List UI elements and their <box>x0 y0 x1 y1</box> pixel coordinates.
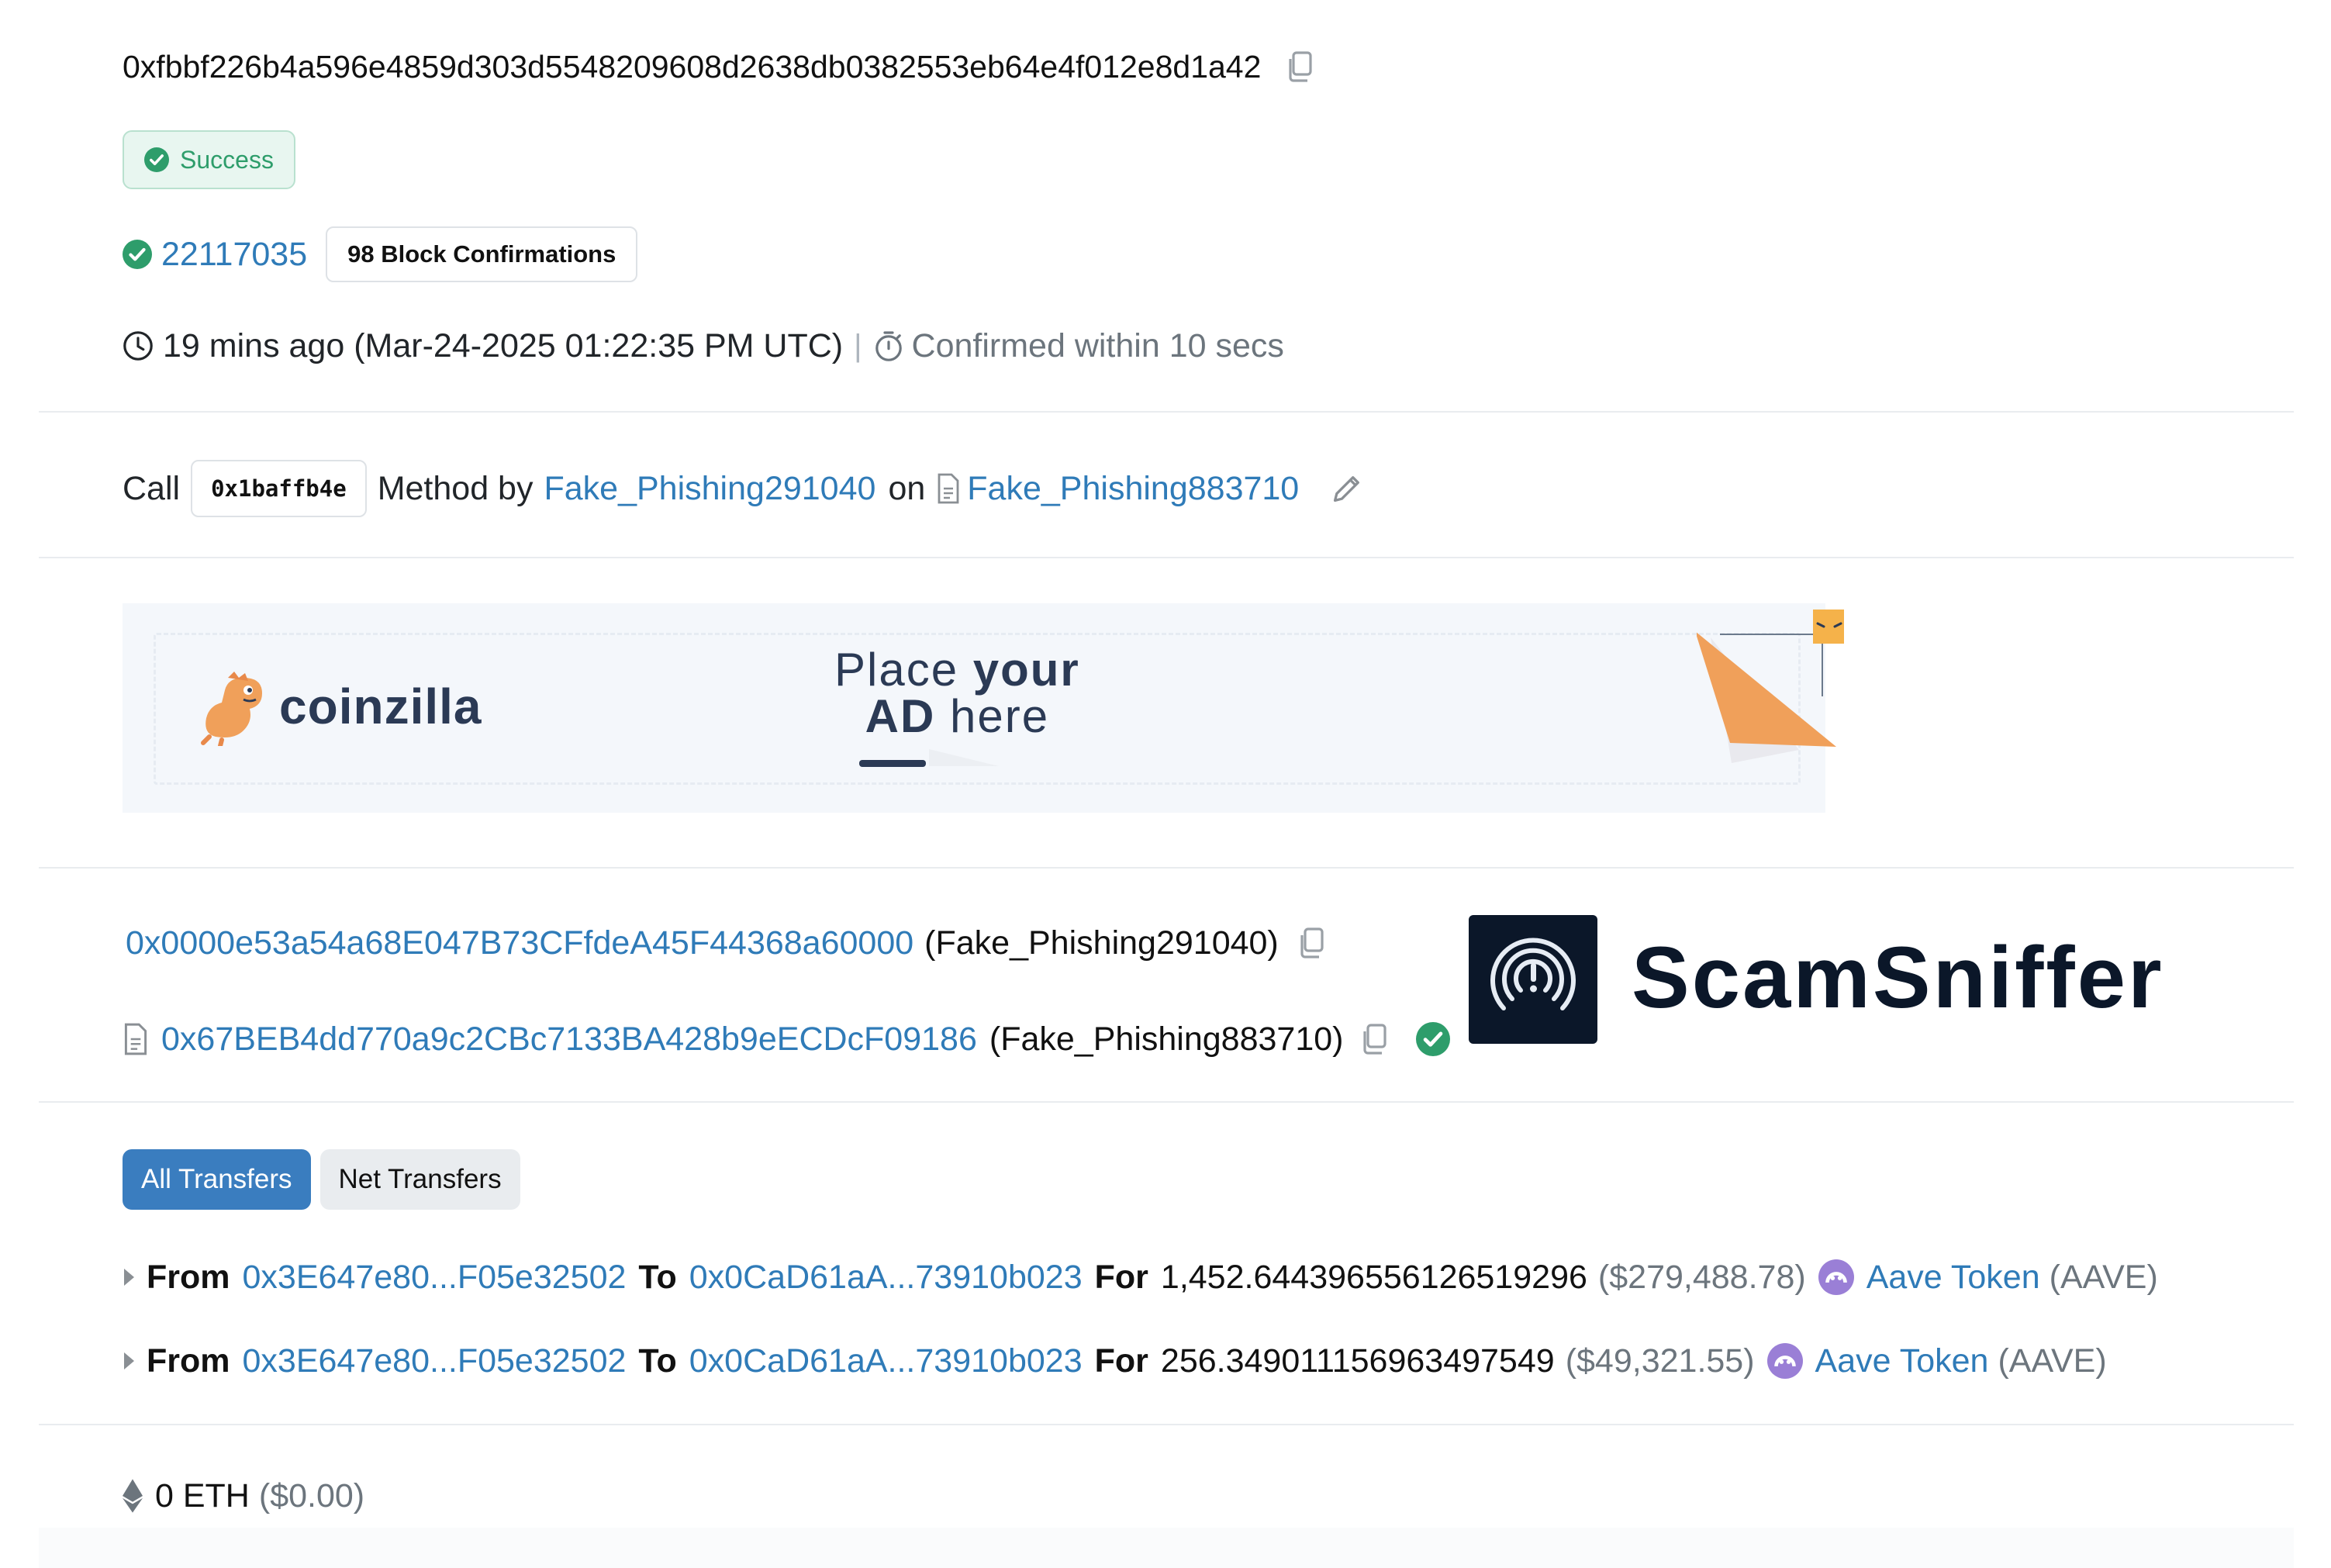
transaction-action-row: Call 0x1baffb4e Method by Fake_Phishing2… <box>123 459 1364 518</box>
ad-paper-plane-graphic <box>1697 603 1844 774</box>
copy-hash-icon[interactable] <box>1284 50 1315 84</box>
to-label: To <box>638 1258 677 1296</box>
aave-token-icon <box>1766 1343 1803 1379</box>
transfer-amount: 256.349011156963497549 <box>1160 1342 1555 1380</box>
from-address-link[interactable]: 0x0000e53a54a68E047B73CFfdeA45F44368a600… <box>126 924 913 962</box>
divider <box>39 867 2294 869</box>
scamsniffer-brand: ScamSniffer <box>1632 929 2164 1026</box>
tx-hash: 0xfbbf226b4a596e4859d303d5548209608d2638… <box>123 48 1262 85</box>
ad-banner[interactable]: coinzilla Place your AD here <box>123 603 1844 813</box>
token-link[interactable]: Aave Token <box>1867 1259 2040 1297</box>
status-text: Success <box>180 145 274 174</box>
ad-line2-a: AD <box>865 690 936 742</box>
ad-line2-b: here <box>935 690 1050 742</box>
to-address-label: (Fake_Phishing883710) <box>989 1020 1344 1058</box>
transfer-row: From 0x3E647e80...F05e32502 To 0x0CaD61a… <box>124 1253 2158 1301</box>
expand-arrow-icon[interactable] <box>124 1352 134 1369</box>
eth-value: 0 ETH <box>155 1476 250 1514</box>
method-id-badge: 0x1baffb4e <box>191 460 367 517</box>
divider <box>39 411 2294 413</box>
coinzilla-brand: coinzilla <box>279 679 482 734</box>
transfer-usd: ($279,488.78) <box>1597 1258 1806 1296</box>
copy-to-address-icon[interactable] <box>1359 1022 1390 1056</box>
transfer-to-link[interactable]: 0x0CaD61aA...73910b023 <box>689 1342 1083 1380</box>
next-section-background <box>39 1528 2294 1568</box>
contract-file-icon <box>123 1023 149 1055</box>
contract-link[interactable]: Fake_Phishing883710 <box>967 470 1299 508</box>
for-label: For <box>1094 1258 1148 1296</box>
transfer-from-link[interactable]: 0x3E647e80...F05e32502 <box>243 1342 627 1380</box>
transfer-row: From 0x3E647e80...F05e32502 To 0x0CaD61a… <box>124 1337 2107 1385</box>
tx-hash-row: 0xfbbf226b4a596e4859d303d5548209608d2638… <box>123 45 1315 88</box>
ad-line1-a: Place <box>834 644 973 696</box>
from-label: From <box>147 1258 230 1296</box>
caller-link[interactable]: Fake_Phishing291040 <box>544 470 875 508</box>
divider <box>39 1424 2294 1425</box>
stopwatch-icon <box>873 330 904 362</box>
value-row: 0 ETH ($0.00) <box>123 1472 364 1520</box>
eth-icon <box>123 1479 143 1513</box>
from-address-row: 0x0000e53a54a68E047B73CFfdeA45F44368a600… <box>126 920 1327 966</box>
block-check-icon <box>123 240 152 269</box>
from-address-label: (Fake_Phishing291040) <box>924 924 1279 962</box>
copy-from-address-icon[interactable] <box>1296 926 1327 960</box>
eth-usd-value: ($0.00) <box>258 1476 365 1514</box>
confirmed-within-text: Confirmed within 10 secs <box>911 326 1284 364</box>
ad-headline: Place your AD here <box>834 647 1080 740</box>
coinzilla-dino-icon <box>197 668 271 746</box>
transfers-tabs: All Transfers Net Transfers <box>123 1149 520 1210</box>
status-badge: Success <box>123 130 295 189</box>
method-by-label: Method by <box>377 469 534 507</box>
timestamp-text: 19 mins ago (Mar-24-2025 01:22:35 PM UTC… <box>163 326 844 364</box>
call-label: Call <box>123 469 181 507</box>
transfer-usd: ($49,321.55) <box>1565 1342 1755 1380</box>
scamsniffer-shield-icon <box>1490 938 1576 1010</box>
verified-check-icon <box>1416 1022 1451 1056</box>
to-label: To <box>638 1342 677 1380</box>
block-number-link[interactable]: 22117035 <box>161 236 307 274</box>
to-address-link[interactable]: 0x67BEB4dd770a9c2CBc7133BA428b9eECDcF091… <box>161 1021 977 1059</box>
edit-pencil-icon[interactable] <box>1330 471 1364 506</box>
divider <box>39 1101 2294 1103</box>
tab-net-transfers[interactable]: Net Transfers <box>319 1149 520 1210</box>
tab-all-transfers[interactable]: All Transfers <box>123 1149 311 1210</box>
scamsniffer-logo-badge <box>1469 915 1597 1044</box>
check-circle-icon <box>144 147 169 172</box>
token-symbol: (AAVE) <box>2049 1258 2158 1296</box>
ad-underline-shadow <box>929 749 999 766</box>
block-row: 22117035 98 Block Confirmations <box>123 226 638 282</box>
block-confirmations-badge: 98 Block Confirmations <box>326 226 638 282</box>
on-label: on <box>888 469 926 507</box>
to-address-row: 0x67BEB4dd770a9c2CBc7133BA428b9eECDcF091… <box>123 1016 1451 1062</box>
transfer-from-link[interactable]: 0x3E647e80...F05e32502 <box>243 1259 627 1297</box>
ad-line1-b: your <box>972 644 1080 696</box>
clock-icon <box>123 330 154 361</box>
expand-arrow-icon[interactable] <box>124 1269 134 1286</box>
aave-token-icon <box>1818 1259 1854 1295</box>
timestamp-row: 19 mins ago (Mar-24-2025 01:22:35 PM UTC… <box>123 323 1284 369</box>
transfer-amount: 1,452.644396556126519296 <box>1160 1258 1587 1296</box>
divider <box>39 557 2294 558</box>
token-link[interactable]: Aave Token <box>1815 1342 1989 1380</box>
timestamp-separator: | <box>854 328 862 363</box>
for-label: For <box>1094 1342 1148 1380</box>
contract-file-icon <box>936 473 961 504</box>
token-symbol: (AAVE) <box>1998 1342 2107 1380</box>
from-label: From <box>147 1342 230 1380</box>
transfer-to-link[interactable]: 0x0CaD61aA...73910b023 <box>689 1259 1083 1297</box>
ad-underline <box>859 760 926 767</box>
